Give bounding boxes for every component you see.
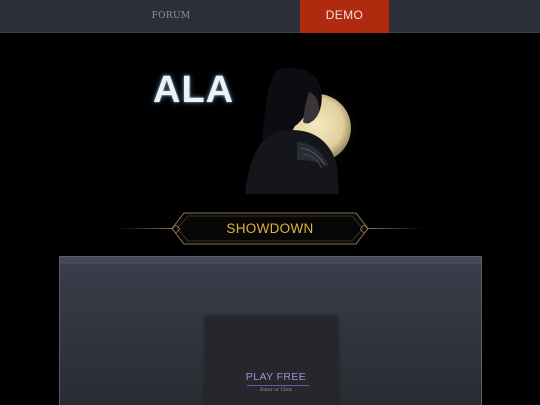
showdown-banner: SHOWDOWN: [172, 213, 368, 244]
play-underline: [247, 385, 309, 386]
hero-character-art: [245, 67, 363, 194]
game-frame-topbar: [60, 257, 481, 264]
game-frame[interactable]: PLAY FREE Enter or Click: [59, 256, 482, 405]
play-free-button[interactable]: PLAY FREE: [243, 370, 309, 384]
game-logo: ALA: [153, 69, 235, 111]
play-card[interactable]: PLAY FREE Enter or Click: [205, 316, 338, 405]
nav-forum-link[interactable]: FORUM: [130, 0, 212, 33]
nav-demo-button[interactable]: DEMO: [300, 0, 389, 33]
top-nav: FORUM DEMO: [0, 0, 540, 33]
banner-left-line: [118, 228, 174, 229]
play-hint: Enter or Click: [259, 388, 293, 393]
showdown-label: SHOWDOWN: [226, 221, 314, 236]
banner-right-line: [366, 228, 424, 229]
